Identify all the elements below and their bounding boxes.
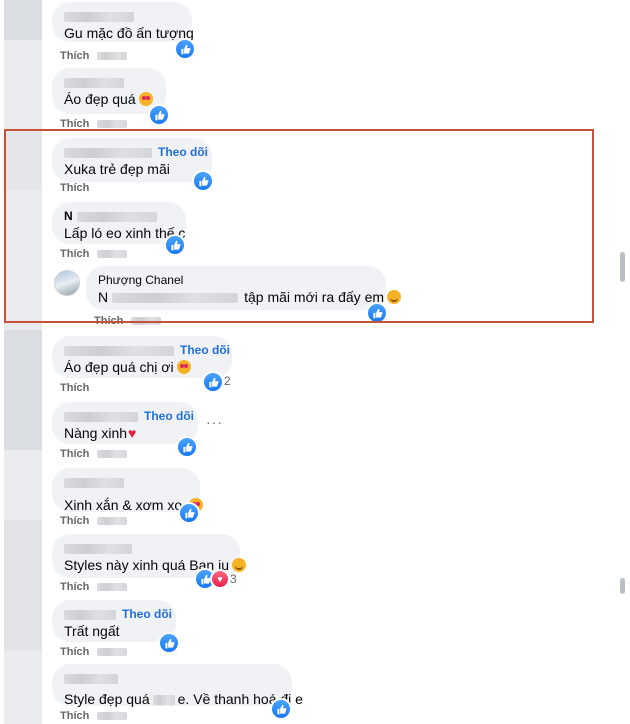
comment-text: Xinh xắn & xơm xo. [64, 496, 204, 514]
comments-feed: Gu mặc đồ ấn tượng Thích Áo đẹp quá Thíc… [44, 0, 616, 724]
left-margin [0, 0, 44, 724]
comment-text: Ntập mãi mới ra đấy em [98, 288, 402, 306]
commenter-name[interactable]: Theo dõi [64, 408, 194, 424]
love-reaction-icon[interactable]: ♥ [210, 569, 230, 589]
commenter-avatar[interactable] [54, 270, 80, 296]
reply-bubble: Phượng Chanel Ntập mãi mới ra đấy em [86, 266, 402, 310]
comment-bubble: Gu mặc đồ ấn tượng [52, 2, 194, 42]
heart-eyes-emoji-icon [176, 360, 191, 374]
like-reaction-icon[interactable] [192, 170, 214, 192]
commenter-name[interactable] [64, 540, 228, 556]
commenter-name[interactable]: Theo dõi [64, 342, 230, 358]
like-action[interactable]: Thích [60, 515, 128, 527]
like-action[interactable]: Thích [60, 581, 128, 593]
comment-text: Trất ngất [64, 623, 120, 639]
commenter-name[interactable]: Phượng Chanel [98, 272, 374, 288]
commenter-name[interactable] [64, 474, 188, 490]
like-reaction-icon[interactable] [158, 632, 180, 654]
scrollbar-thumb-lower[interactable] [620, 578, 625, 594]
comment-bubble: Xinh xắn & xơm xo. [52, 468, 204, 514]
like-reaction-icon[interactable] [176, 436, 198, 458]
like-reaction-icon[interactable] [178, 502, 200, 524]
comment-text: Xuka trẻ đẹp mãi [64, 161, 170, 177]
follow-link[interactable]: Theo dõi [180, 343, 230, 357]
commenter-name[interactable] [64, 74, 154, 90]
reaction-count[interactable]: 2 [224, 374, 231, 388]
follow-link[interactable]: Theo dõi [144, 409, 194, 423]
like-action[interactable]: Thích [94, 315, 162, 327]
commenter-name[interactable]: N [64, 208, 174, 224]
like-action[interactable]: Thích [60, 182, 89, 194]
scrollbar[interactable] [616, 0, 630, 724]
comment-bubble: Theo dõi Nàng xinh♥ [52, 402, 198, 444]
like-reaction-icon[interactable] [174, 38, 196, 60]
like-reaction-icon[interactable] [270, 698, 292, 720]
commenter-name[interactable]: Theo dõi [64, 144, 208, 160]
comment-bubble: Theo dõi Trất ngất [52, 600, 176, 642]
comment-text: Áo đẹp quá chị ơi [64, 358, 220, 376]
comment-text: Áo đẹp quá [64, 90, 154, 108]
comment-bubble: Theo dõi Áo đẹp quá chị ơi [52, 336, 232, 378]
comment-text: Nàng xinh♥ [64, 425, 137, 441]
like-reaction-icon[interactable] [148, 104, 170, 126]
like-action[interactable]: Thích [60, 248, 128, 260]
like-action[interactable]: Thích [60, 118, 128, 130]
like-action[interactable]: Thích [60, 646, 128, 658]
thread-rail [4, 0, 42, 724]
comment-text: Gu mặc đồ ấn tượng [64, 25, 194, 41]
follow-link[interactable]: Theo dõi [122, 607, 172, 621]
smile-emoji-icon [387, 290, 402, 304]
like-reaction-icon[interactable] [164, 234, 186, 256]
comment-bubble: Style đẹp quá e. Về thanh hoá đi e [52, 664, 303, 707]
heart-eyes-emoji-icon [138, 92, 153, 106]
commenter-name[interactable] [64, 670, 280, 686]
commenter-name[interactable]: Theo dõi [64, 606, 172, 622]
follow-link[interactable]: Theo dõi [158, 145, 208, 159]
like-reaction-icon[interactable] [366, 302, 388, 324]
like-action[interactable]: Thích [60, 50, 128, 62]
scrollbar-thumb[interactable] [620, 252, 625, 282]
red-heart-emoji-icon: ♥ [128, 425, 137, 441]
like-action[interactable]: Thích [60, 382, 89, 394]
like-action[interactable]: Thích [60, 710, 128, 722]
smile-emoji-icon [232, 558, 246, 572]
reaction-count[interactable]: 3 [230, 572, 237, 586]
like-action[interactable]: Thích [60, 448, 128, 460]
comment-text: Style đẹp quá e. Về thanh hoá đi e [64, 691, 303, 707]
commenter-name[interactable] [64, 8, 180, 24]
like-reaction-icon[interactable] [202, 371, 224, 393]
comment-text: Lấp ló eo xinh thế c [64, 225, 186, 241]
comment-bubble: Áo đẹp quá [52, 68, 166, 114]
comment-bubble: Theo dõi Xuka trẻ đẹp mãi [52, 138, 212, 182]
more-options-icon[interactable]: ··· [206, 414, 223, 430]
